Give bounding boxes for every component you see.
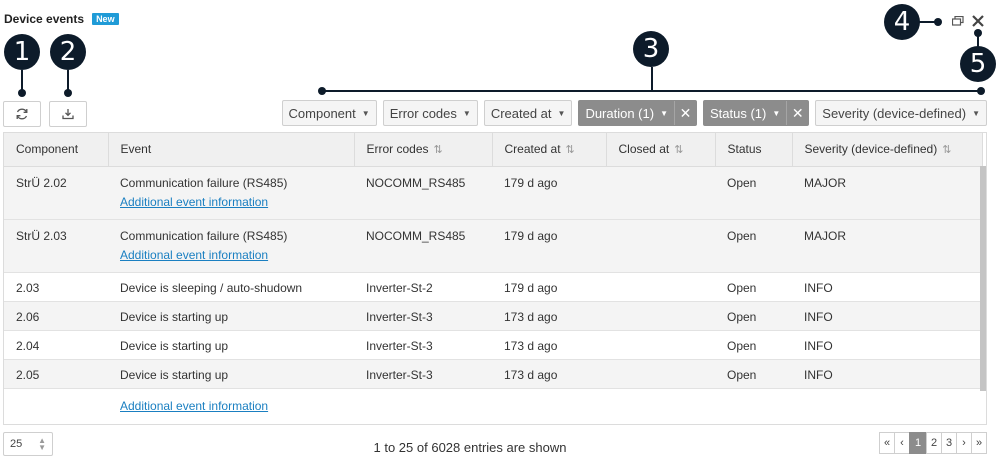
- col-closed-at[interactable]: Closed at ⇅: [606, 133, 716, 167]
- callout-5: 5: [960, 46, 996, 82]
- clear-filter-icon[interactable]: ✕: [674, 101, 696, 125]
- col-status[interactable]: Status: [715, 133, 793, 167]
- callout-2-dot: [64, 89, 72, 97]
- pagination: « ‹ 1 2 3 › »: [879, 432, 987, 454]
- chevron-down-icon: ▼: [660, 108, 668, 118]
- filter-label: Status (1): [710, 105, 767, 121]
- callout-4: 4: [884, 4, 920, 40]
- callout-3-dot-right: [977, 87, 985, 95]
- new-badge: New: [92, 13, 119, 25]
- callout-3-dot-left: [318, 87, 326, 95]
- table-header: Component Event Error codes ⇅ Created at ⇅…: [4, 133, 983, 167]
- download-button[interactable]: [49, 101, 87, 127]
- callout-1-dot: [18, 89, 26, 97]
- chevron-down-icon: ▼: [557, 108, 566, 118]
- callout-5-dot: [974, 29, 982, 37]
- col-created-at[interactable]: Created at ⇅: [492, 133, 607, 167]
- table-row[interactable]: StrÜ 2.03 Communication failure (RS485) A…: [4, 219, 982, 273]
- sort-icon[interactable]: ⇅: [434, 144, 443, 156]
- table-row[interactable]: 2.05 Device is starting up Inverter-St-3…: [4, 359, 982, 389]
- filter-error-codes[interactable]: Error codes ▼: [382, 100, 478, 126]
- download-icon: [62, 109, 74, 120]
- additional-info-link[interactable]: Additional event information: [120, 195, 354, 209]
- prev-page-button[interactable]: ‹: [894, 432, 910, 454]
- restore-window-button[interactable]: [951, 14, 965, 28]
- filter-bar: Component ▼ Error codes ▼ Created at ▼ D…: [281, 100, 987, 126]
- col-event[interactable]: Event: [108, 133, 355, 167]
- close-window-button[interactable]: [971, 14, 985, 28]
- next-page-button[interactable]: ›: [956, 432, 972, 454]
- events-table: Component Event Error codes ⇅ Created at ⇅…: [3, 132, 987, 425]
- entries-summary: 1 to 25 of 6028 entries are shown: [373, 440, 567, 455]
- table-row[interactable]: 2.06 Device is starting up Inverter-St-3…: [4, 301, 982, 331]
- filter-duration[interactable]: Duration (1) ▼ ✕: [578, 100, 697, 126]
- sort-icon[interactable]: ⇅: [942, 144, 951, 156]
- additional-info-link[interactable]: Additional event information: [120, 399, 268, 413]
- last-page-button[interactable]: »: [971, 432, 987, 454]
- header: Device events New: [4, 12, 119, 26]
- chevron-down-icon: ▼: [361, 108, 370, 118]
- filter-label: Created at: [490, 105, 552, 121]
- table-row[interactable]: 2.03 Device is sleeping / auto-shudown I…: [4, 272, 982, 302]
- callout-3-line: [322, 90, 982, 92]
- page-1-button[interactable]: 1: [909, 432, 927, 454]
- vertical-scrollbar[interactable]: [980, 166, 986, 391]
- callout-1: 1: [4, 34, 40, 70]
- filter-status[interactable]: Status (1) ▼ ✕: [703, 100, 810, 126]
- callout-4-dot: [934, 18, 942, 26]
- page-title: Device events: [4, 12, 85, 26]
- filter-created-at[interactable]: Created at ▼: [483, 100, 573, 126]
- additional-info-link[interactable]: Additional event information: [120, 248, 354, 262]
- filter-severity[interactable]: Severity (device-defined) ▼: [815, 100, 987, 126]
- callout-3: 3: [633, 31, 669, 67]
- col-component[interactable]: Component: [4, 133, 109, 167]
- filter-label: Severity (device-defined): [822, 105, 967, 121]
- sort-icon[interactable]: ⇅: [566, 144, 575, 156]
- chevron-down-icon: ▼: [772, 108, 781, 118]
- page-3-button[interactable]: 3: [941, 432, 957, 454]
- sort-icon[interactable]: ⇅: [674, 144, 683, 156]
- col-severity[interactable]: Severity (device-defined) ⇅: [792, 133, 983, 167]
- callout-3-stem: [651, 67, 653, 91]
- page-2-button[interactable]: 2: [926, 432, 942, 454]
- refresh-icon: [16, 108, 28, 120]
- clear-filter-icon[interactable]: ✕: [786, 101, 808, 125]
- table-row[interactable]: StrÜ 2.02 Communication failure (RS485) A…: [4, 166, 982, 220]
- restore-icon: [952, 16, 964, 26]
- table-row[interactable]: 2.04 Device is starting up Inverter-St-3…: [4, 330, 982, 360]
- refresh-button[interactable]: [3, 101, 41, 127]
- col-error-codes[interactable]: Error codes ⇅: [354, 133, 493, 167]
- chevron-down-icon: ▼: [972, 108, 980, 118]
- filter-label: Error codes: [389, 105, 457, 121]
- first-page-button[interactable]: «: [879, 432, 895, 454]
- filter-label: Component: [288, 105, 356, 121]
- chevron-down-icon: ▼: [462, 108, 471, 118]
- close-icon: [972, 15, 984, 27]
- callout-2: 2: [50, 34, 86, 70]
- filter-label: Duration (1): [585, 105, 655, 121]
- filter-component[interactable]: Component ▼: [281, 100, 377, 126]
